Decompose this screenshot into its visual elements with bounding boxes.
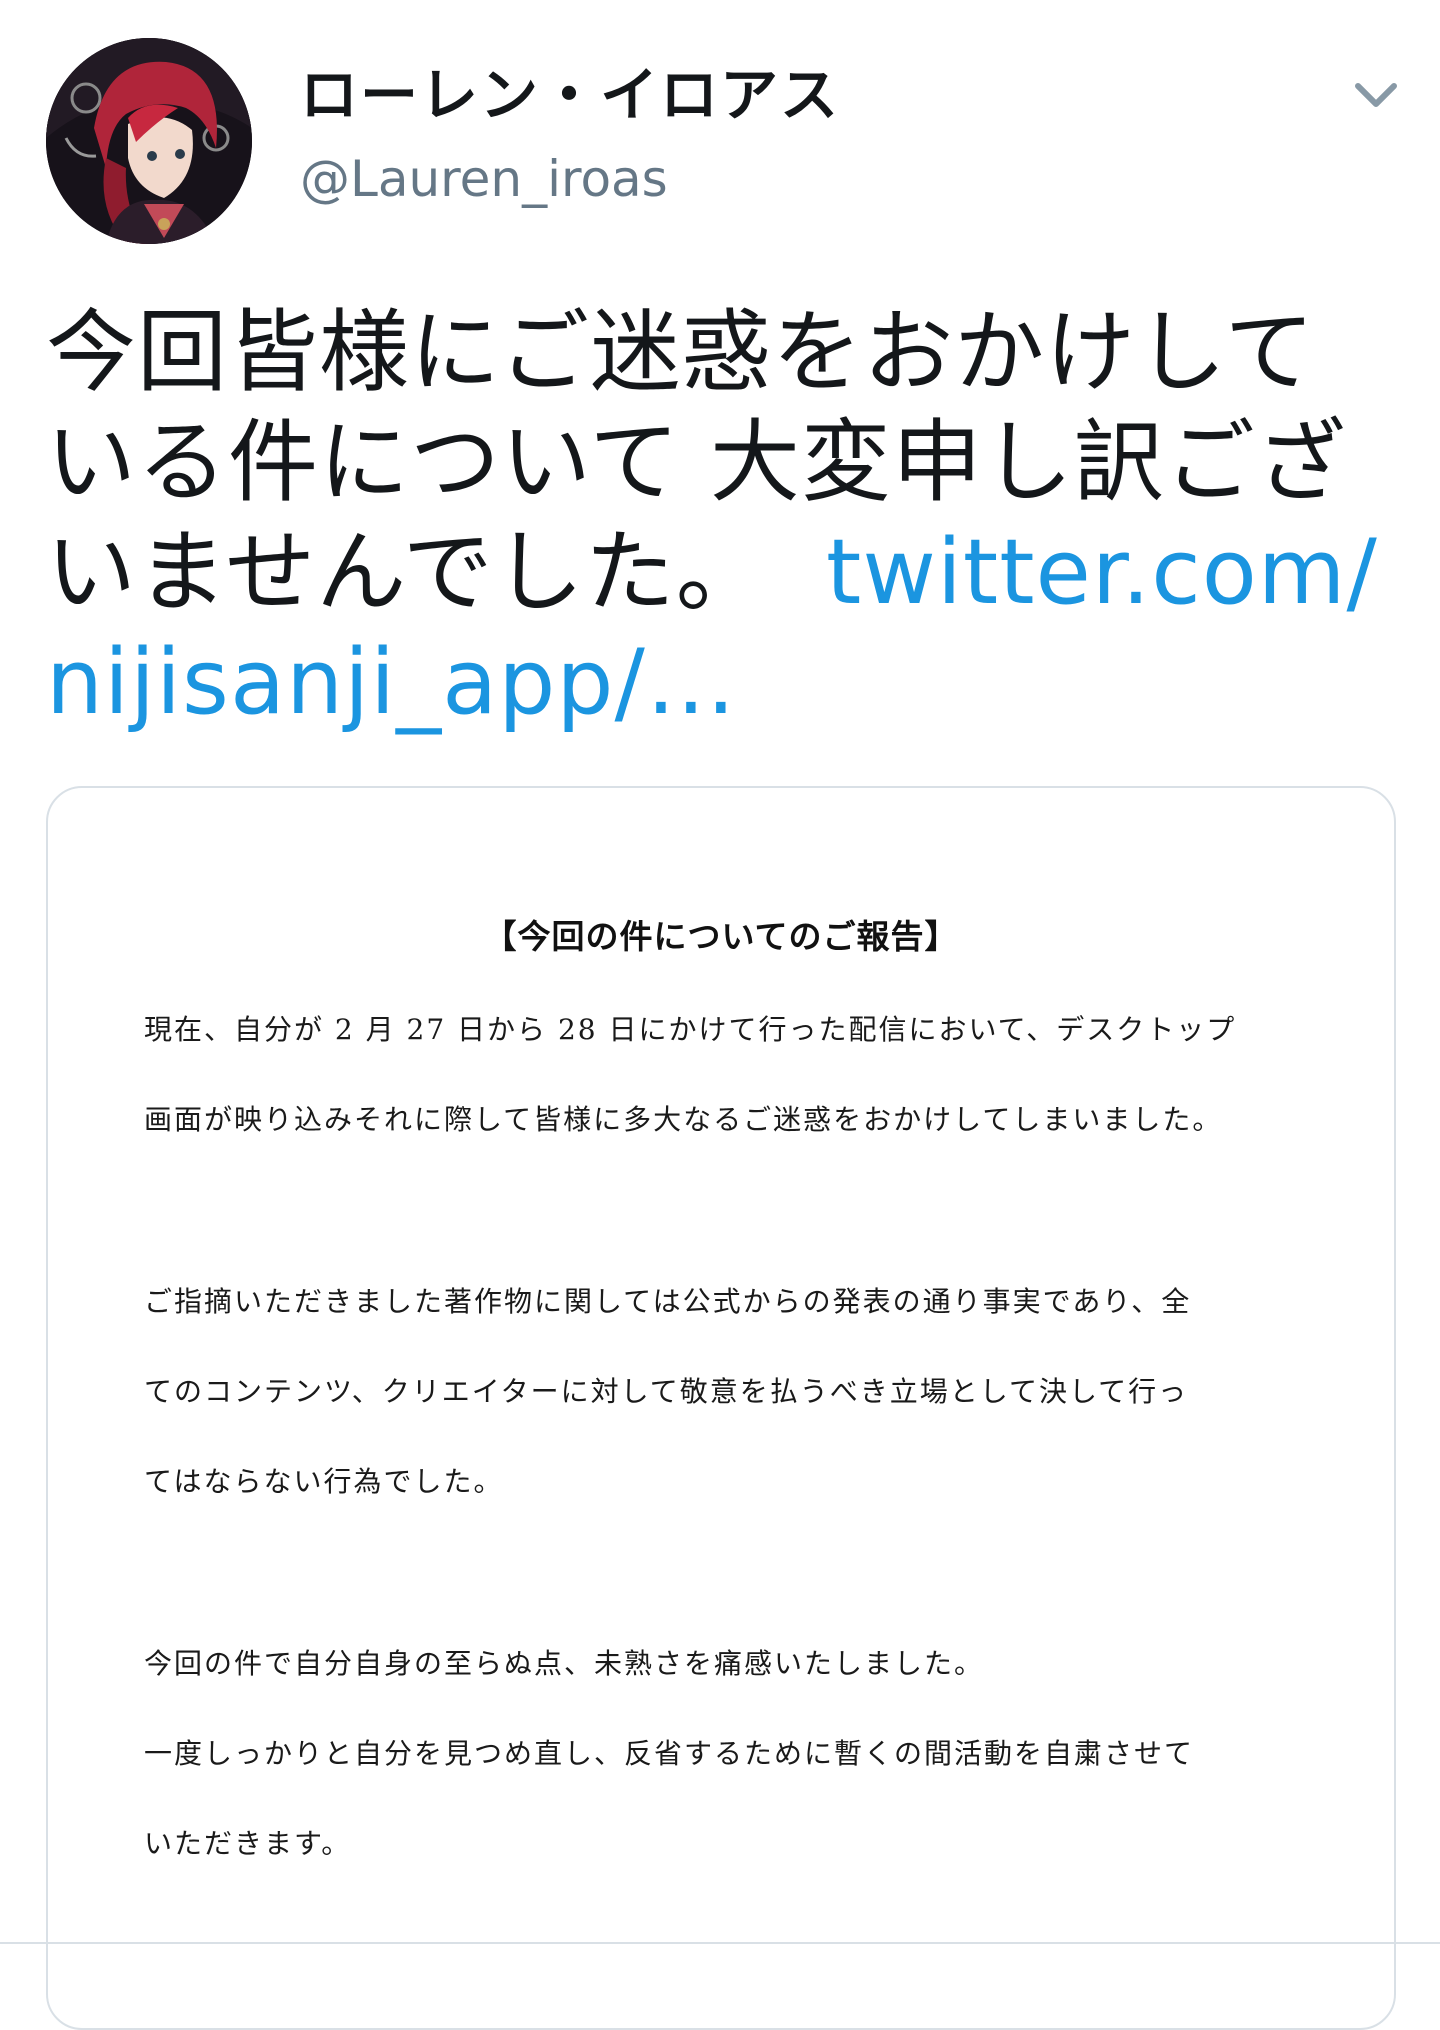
tweet-text-line: いませんでした。 twitter.com/ xyxy=(46,518,1377,628)
tweet-text-line: nijisanji_app/… xyxy=(46,628,1346,738)
document-line: てのコンテンツ、クリエイターに対して敬意を払うべき立場として決して行っ xyxy=(144,1375,1189,1408)
media-card[interactable]: 【今回の件についてのご報告】 現在、自分が 2 月 27 日から 28 日にかけ… xyxy=(46,786,1396,2030)
document-line: いただきます。 xyxy=(144,1827,352,1860)
document-line: 画面が映り込みそれに際して皆様に多大なるご迷惑をおかけしてしまいました。 xyxy=(144,1103,1223,1136)
tweet-text-segment: いませんでした。 xyxy=(46,520,767,625)
document-line: てはならない行為でした。 xyxy=(144,1465,504,1498)
tweet-text-line: いる件について 大変申し訳ござ xyxy=(46,410,1347,515)
document-line: 現在、自分が 2 月 27 日から 28 日にかけて行った配信において、デスクト… xyxy=(144,1013,1237,1046)
divider xyxy=(0,1942,1440,1944)
tweet-link[interactable]: twitter.com/ xyxy=(826,520,1378,625)
display-name[interactable]: ローレン・イロアス xyxy=(300,66,840,124)
document-title: 【今回の件についてのご報告】 xyxy=(483,917,959,956)
document-line: 一度しっかりと自分を見つめ直し、反省するために暫くの間活動を自粛させて xyxy=(144,1737,1195,1770)
avatar[interactable] xyxy=(46,38,252,244)
avatar-illustration xyxy=(46,38,252,244)
tweet-link-continued[interactable]: nijisanji_app/… xyxy=(46,630,737,735)
document-line: 今回の件で自分自身の至らぬ点、未熟さを痛感いたしました。 xyxy=(144,1647,985,1680)
user-handle[interactable]: @Lauren_iroas xyxy=(300,154,668,204)
document-line: ご指摘いただきました著作物に関しては公式からの発表の通り事実であり、全 xyxy=(144,1285,1192,1318)
tweet-text: 今回皆様にご迷惑をおかけして いる件について 大変申し訳ござ いませんでした。 … xyxy=(46,298,1377,738)
chevron-down-icon[interactable] xyxy=(1346,74,1406,118)
tweet: ローレン・イロアス @Lauren_iroas 今回皆様にご迷惑をおかけして い… xyxy=(0,0,1440,2030)
tweet-text-line: 今回皆様にご迷惑をおかけして xyxy=(46,300,1316,405)
